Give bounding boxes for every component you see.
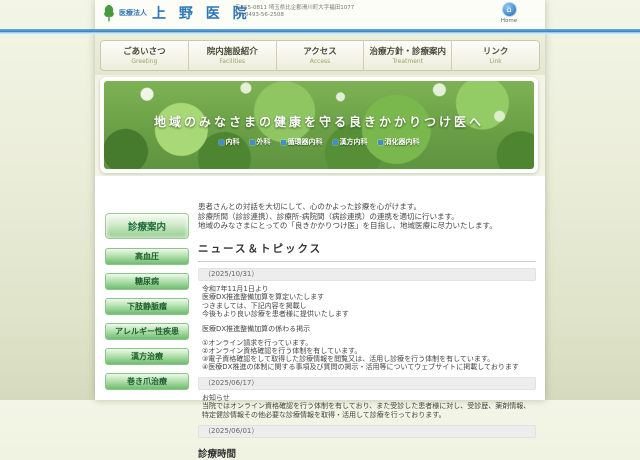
- site-header: 医療法人 上 野 医 院 〒355-0811 埼玉県比企郡滑川町大字福田1077…: [95, 0, 545, 29]
- clinic-logo[interactable]: 医療法人 上 野 医 院: [102, 3, 251, 23]
- nav-label: 治療方針・診療案内: [364, 45, 451, 57]
- dept-shokaki: 消化器内科: [378, 137, 420, 147]
- hero-zone: 地域のみなさまの健康を守る良きかかりつけ医へ 内科 外科 循環器内科 漢方内科 …: [95, 75, 545, 176]
- nav-label: アクセス: [277, 45, 364, 57]
- news-entry-body: 令和7年11月1日より 医療DX推進整備加算を算定いたします つきましては、下記…: [198, 285, 536, 319]
- intro-line: 患者さんとの対話を大切にして、心のかよった診療を心がけます。: [198, 202, 536, 212]
- nav-label: 院内施設紹介: [189, 45, 276, 57]
- page-column: 医療法人 上 野 医 院 〒355-0811 埼玉県比企郡滑川町大字福田1077…: [95, 0, 545, 400]
- nav-item-greeting[interactable]: ごあいさつ Greeting: [101, 41, 188, 70]
- dept-kanpo: 漢方内科: [333, 137, 368, 147]
- hero-catchphrase: 地域のみなさまの健康を守る良きかかりつけ医へ: [104, 113, 534, 130]
- clinic-address: 〒355-0811 埼玉県比企郡滑川町大字福田1077: [235, 5, 354, 12]
- sidebar-menu: 診療案内 高血圧 糖尿病 下肢静脈瘤 アレルギー性疾患 漢方治療 巻き爪治療: [105, 213, 189, 398]
- news-date-bar: （2025/06/01）: [198, 425, 536, 438]
- hero-tree-photo: 地域のみなさまの健康を守る良きかかりつけ医へ 内科 外科 循環器内科 漢方内科 …: [104, 81, 534, 169]
- dept-junkanki: 循環器内科: [281, 137, 323, 147]
- news-line: 当院ではオンライン資格確認を行う体制を有しており、また受診した患者様に対し、受診…: [202, 402, 536, 419]
- news-list-item: ①オンライン請求を行っています。: [202, 339, 536, 347]
- nav-item-treatment[interactable]: 治療方針・診療案内 Treatment: [363, 41, 451, 70]
- nav-label: ごあいさつ: [101, 45, 188, 57]
- news-numbered-list: ①オンライン請求を行っています。 ②オンライン資格確認を行う体制を有しています。…: [198, 339, 536, 371]
- header-divider-stripe: [0, 29, 640, 34]
- news-line: お知らせ: [202, 394, 536, 403]
- sidebar-item-koketsuatsu[interactable]: 高血圧: [105, 248, 189, 265]
- news-date-bar: （2025/06/17）: [198, 377, 536, 390]
- clinic-address-block: 〒355-0811 埼玉県比企郡滑川町大字福田1077 TEL0493-56-2…: [235, 5, 354, 19]
- news-line: つきましては、下記内容を掲載し: [202, 302, 536, 311]
- main-nav: ごあいさつ Greeting 院内施設紹介 Facilities アクセス Ac…: [100, 40, 540, 71]
- hours-heading: 診療時間: [198, 446, 536, 460]
- intro-text: 患者さんとの対話を大切にして、心のかよった診療を心がけます。 診療所間（診診連携…: [198, 202, 536, 231]
- nav-sublabel: Link: [452, 58, 539, 65]
- sidebar-item-makizume[interactable]: 巻き爪治療: [105, 373, 189, 390]
- main-column: 患者さんとの対話を大切にして、心のかよった診療を心がけます。 診療所間（診診連携…: [198, 202, 536, 460]
- dept-bullet-icon: [281, 140, 286, 145]
- nav-sublabel: Treatment: [364, 58, 451, 65]
- sidebar-item-tonyobyo[interactable]: 糖尿病: [105, 273, 189, 290]
- news-line: 今後もより良い診療を患者様に提供いたします: [202, 310, 536, 319]
- intro-line: 診療所間（診診連携）、診療所-病院間（病診連携）の連携を適切に行います。: [198, 212, 536, 222]
- tree-logo-icon: [102, 3, 116, 23]
- news-date-bar: （2025/10/31）: [198, 268, 536, 281]
- hero-card: 地域のみなさまの健康を守る良きかかりつけ医へ 内科 外科 循環器内科 漢方内科 …: [100, 77, 538, 173]
- home-label: Home: [496, 18, 522, 24]
- sidebar-item-kanpo[interactable]: 漢方治療: [105, 348, 189, 365]
- dept-bullet-icon: [378, 140, 383, 145]
- news-list-item: ③電子資格確認をして取得した診療情報を閲覧又は、活用し診療を行う体制を有していま…: [202, 355, 536, 363]
- nav-sublabel: Access: [277, 58, 364, 65]
- org-type-label: 医療法人: [119, 8, 147, 18]
- hero-departments: 内科 外科 循環器内科 漢方内科 消化器内科: [104, 137, 534, 147]
- dept-geka: 外科: [250, 137, 271, 147]
- dept-bullet-icon: [333, 140, 338, 145]
- news-line: 令和7年11月1日より: [202, 285, 536, 294]
- nav-item-facilities[interactable]: 院内施設紹介 Facilities: [188, 41, 276, 70]
- news-entry-body: お知らせ 当院ではオンライン資格確認を行う体制を有しており、また受診した患者様に…: [198, 394, 536, 420]
- sidebar-item-allergy[interactable]: アレルギー性疾患: [105, 323, 189, 340]
- news-topics-heading: ニュース＆トピックス: [198, 241, 536, 262]
- sidebar-item-kashi-jomyakuryu[interactable]: 下肢静脈瘤: [105, 298, 189, 315]
- intro-line: 地域のみなさまにとっての「良きかかりつけ医」を目指し、地域医療に尽力いたします。: [198, 221, 536, 231]
- home-button[interactable]: ⌂ Home: [496, 2, 522, 24]
- content-area: 診療案内 高血圧 糖尿病 下肢静脈瘤 アレルギー性疾患 漢方治療 巻き爪治療 患…: [95, 176, 545, 400]
- dept-naika: 内科: [219, 137, 240, 147]
- dept-bullet-icon: [219, 140, 224, 145]
- nav-zone: ごあいさつ Greeting 院内施設紹介 Facilities アクセス Ac…: [95, 29, 545, 75]
- nav-item-link[interactable]: リンク Link: [451, 41, 539, 70]
- nav-label: リンク: [452, 45, 539, 57]
- news-line: 医療DX推進整備加算を算定いたします: [202, 293, 536, 302]
- home-icon: ⌂: [502, 2, 517, 17]
- news-subheading: 医療DX推進整備加算の係わる掲示: [198, 324, 536, 334]
- nav-item-access[interactable]: アクセス Access: [276, 41, 364, 70]
- news-list-item: ②オンライン資格確認を行う体制を有しています。: [202, 347, 536, 355]
- sidebar-item-shinryo-annai[interactable]: 診療案内: [105, 213, 189, 239]
- nav-sublabel: Greeting: [101, 58, 188, 65]
- clinic-tel: TEL0493-56-2508: [235, 12, 354, 19]
- dept-bullet-icon: [250, 140, 255, 145]
- nav-sublabel: Facilities: [189, 58, 276, 65]
- news-list-item: ④医療DX推進の体制に関する事項及び質問の掲示・活用等についてウェブサイトに掲載…: [202, 363, 536, 371]
